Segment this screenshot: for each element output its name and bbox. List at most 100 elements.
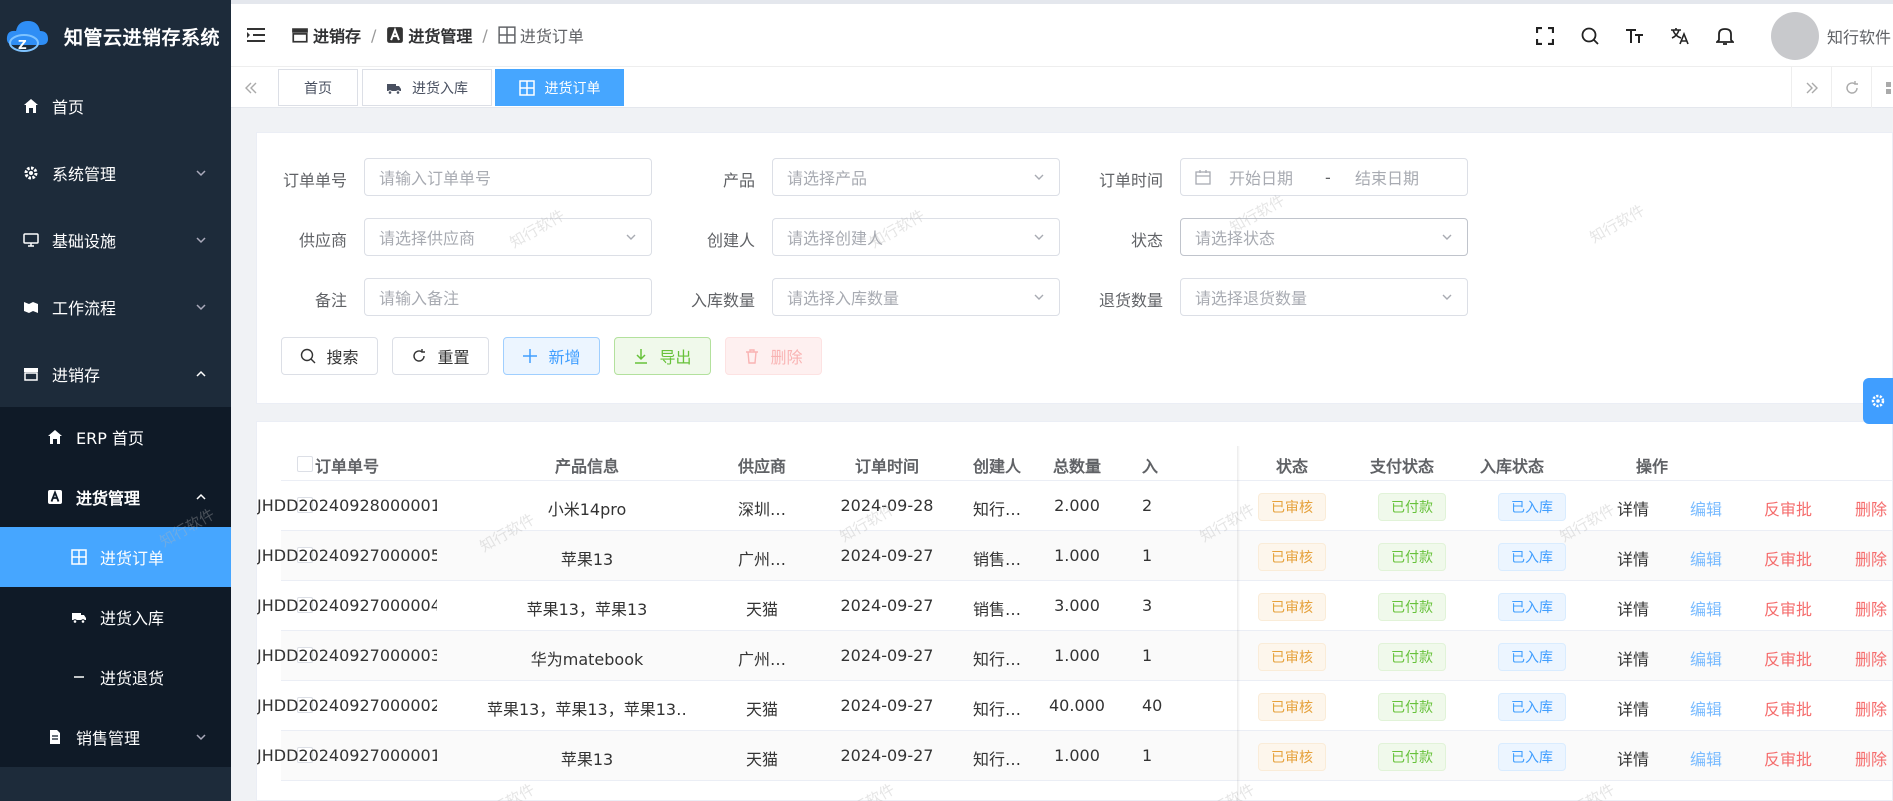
cell-in: 40 bbox=[1142, 696, 1163, 715]
edit-link[interactable]: 编辑 bbox=[1690, 546, 1722, 570]
table-row[interactable]: JHDD20240927000004 苹果13，苹果13 天猫 2024-09-27 销… bbox=[257, 580, 1892, 630]
tab-purchase-order[interactable]: 进货订单 bbox=[495, 69, 624, 106]
reverse-approve-link[interactable]: 反审批 bbox=[1764, 696, 1812, 720]
sidebar-item-purchase-order[interactable]: 进货订单 bbox=[0, 527, 231, 587]
delete-button[interactable]: 删除 bbox=[725, 337, 822, 375]
in-qty-select[interactable]: 请选择入库数量 bbox=[772, 278, 1060, 316]
table-row[interactable]: JHDD20240928000001 小米14pro 深圳… 2024-09-28 知行… bbox=[257, 480, 1892, 530]
edit-link[interactable]: 编辑 bbox=[1690, 496, 1722, 520]
end-date-placeholder[interactable]: 结束日期 bbox=[1355, 165, 1419, 189]
font-size-icon[interactable] bbox=[1624, 25, 1646, 47]
breadcrumb-label: 进货订单 bbox=[519, 27, 584, 46]
detail-link[interactable]: 详情 bbox=[1617, 696, 1649, 720]
detail-link[interactable]: 详情 bbox=[1617, 646, 1649, 670]
delete-link[interactable]: 删除 bbox=[1855, 496, 1887, 520]
delete-link[interactable]: 删除 bbox=[1855, 596, 1887, 620]
detail-link[interactable]: 详情 bbox=[1617, 546, 1649, 570]
sidebar-item-label: 进货订单 bbox=[100, 549, 165, 568]
add-button[interactable]: 新增 bbox=[503, 337, 600, 375]
delete-button-label: 删除 bbox=[770, 348, 803, 367]
order-time-label: 订单时间 bbox=[1098, 171, 1163, 190]
stock-tag: 已入库 bbox=[1498, 693, 1566, 721]
sidebar-item-purchase-in[interactable]: 进货入库 bbox=[0, 587, 231, 647]
product-label: 产品 bbox=[722, 171, 755, 190]
detail-link[interactable]: 详情 bbox=[1617, 496, 1649, 520]
supplier-select[interactable]: 请选择供应商 bbox=[364, 218, 652, 256]
product-select[interactable]: 请选择产品 bbox=[772, 158, 1060, 196]
hamburger-icon[interactable] bbox=[245, 25, 273, 45]
breadcrumb-separator: / bbox=[482, 25, 488, 45]
breadcrumb-item[interactable]: 进货管理 bbox=[386, 23, 472, 47]
creator-select[interactable]: 请选择创建人 bbox=[772, 218, 1060, 256]
reverse-approve-link[interactable]: 反审批 bbox=[1764, 646, 1812, 670]
edit-link[interactable]: 编辑 bbox=[1690, 596, 1722, 620]
reverse-approve-link[interactable]: 反审批 bbox=[1764, 546, 1812, 570]
sidebar-item-system[interactable]: 系统管理 bbox=[0, 139, 231, 206]
cell-no: JHDD20240927000005 bbox=[257, 546, 437, 565]
remark-input[interactable]: 请输入备注 bbox=[364, 278, 652, 316]
refresh-icon[interactable] bbox=[1831, 67, 1871, 108]
edit-link[interactable]: 编辑 bbox=[1690, 746, 1722, 770]
delete-link[interactable]: 删除 bbox=[1855, 746, 1887, 770]
fullscreen-icon[interactable] bbox=[1534, 25, 1556, 47]
header-actions: 知行软件 bbox=[1534, 4, 1893, 67]
order-no-input[interactable]: 请输入订单单号 bbox=[364, 158, 652, 196]
sidebar-item-purchase-return[interactable]: 进货退货 bbox=[0, 647, 231, 707]
sidebar-item-purchase[interactable]: 进货管理 bbox=[0, 467, 231, 527]
order-time-range[interactable]: 开始日期 - 结束日期 bbox=[1180, 158, 1468, 196]
column-header: 支付状态 bbox=[1369, 457, 1434, 476]
cell-total: 2.000 bbox=[1054, 496, 1100, 515]
submenu-erp: ERP 首页 进货管理 进货订单 进货入库 进货退货 销售管理 bbox=[0, 407, 231, 767]
store-icon bbox=[291, 26, 309, 44]
sidebar-item-workflow[interactable]: 工作流程 bbox=[0, 273, 231, 340]
edit-link[interactable]: 编辑 bbox=[1690, 696, 1722, 720]
column-header: 状态 bbox=[1275, 457, 1308, 476]
sidebar-item-home[interactable]: 首页 bbox=[0, 72, 231, 139]
detail-link[interactable]: 详情 bbox=[1617, 746, 1649, 770]
table-row[interactable]: JHDD20240927000005 苹果13 广州… 2024-09-27 销售… 1.… bbox=[257, 530, 1892, 580]
table-row[interactable]: JHDD20240927000002 苹果13，苹果13，苹果13… 天猫 2024-… bbox=[257, 680, 1892, 730]
cell-product: 苹果13 bbox=[560, 550, 614, 569]
bell-icon[interactable] bbox=[1714, 25, 1736, 47]
sidebar-item-sales[interactable]: 销售管理 bbox=[0, 707, 231, 767]
translate-icon[interactable] bbox=[1669, 25, 1691, 47]
reverse-approve-link[interactable]: 反审批 bbox=[1764, 746, 1812, 770]
sidebar-item-erp-home[interactable]: ERP 首页 bbox=[0, 407, 231, 467]
minus-icon bbox=[70, 668, 88, 686]
username[interactable]: 知行软件 bbox=[1827, 24, 1893, 48]
breadcrumb-separator: / bbox=[371, 25, 377, 45]
tabs-menu-icon[interactable] bbox=[1871, 67, 1893, 108]
reverse-approve-link[interactable]: 反审批 bbox=[1764, 596, 1812, 620]
sidebar-item-label: ERP 首页 bbox=[76, 429, 144, 448]
settings-button[interactable] bbox=[1863, 378, 1893, 424]
reverse-approve-link[interactable]: 反审批 bbox=[1764, 496, 1812, 520]
tabs-scroll-left-icon[interactable] bbox=[231, 67, 271, 108]
edit-link[interactable]: 编辑 bbox=[1690, 646, 1722, 670]
sidebar-item-infra[interactable]: 基础设施 bbox=[0, 206, 231, 273]
delete-link[interactable]: 删除 bbox=[1855, 546, 1887, 570]
detail-link[interactable]: 详情 bbox=[1617, 596, 1649, 620]
chevron-up-icon bbox=[195, 368, 207, 380]
export-button[interactable]: 导出 bbox=[614, 337, 711, 375]
sidebar-item-erp[interactable]: 进销存 bbox=[0, 340, 231, 407]
status-select[interactable]: 请选择状态 bbox=[1180, 218, 1468, 256]
table-row-divider bbox=[281, 780, 1892, 781]
breadcrumb-item[interactable]: 进销存 bbox=[291, 23, 361, 47]
trash-icon bbox=[744, 348, 760, 364]
delete-link[interactable]: 删除 bbox=[1855, 646, 1887, 670]
avatar[interactable] bbox=[1771, 11, 1819, 60]
tab-purchase-in[interactable]: 进货入库 bbox=[362, 69, 492, 106]
start-date-placeholder[interactable]: 开始日期 bbox=[1229, 165, 1325, 189]
table-row[interactable]: JHDD20240927000003 华为matebook 广州… 2024-09-2… bbox=[257, 630, 1892, 680]
watermark: 知行软件 bbox=[1556, 778, 1618, 801]
reset-button[interactable]: 重置 bbox=[392, 337, 489, 375]
cell-total: 40.000 bbox=[1049, 696, 1105, 715]
stock-tag: 已入库 bbox=[1498, 493, 1566, 521]
search-button[interactable]: 搜索 bbox=[281, 337, 378, 375]
tab-home[interactable]: 首页 bbox=[278, 69, 358, 106]
table-row[interactable]: JHDD20240927000001 苹果13 天猫 2024-09-27 知行… 1.0… bbox=[257, 730, 1892, 780]
delete-link[interactable]: 删除 bbox=[1855, 696, 1887, 720]
search-icon[interactable] bbox=[1579, 25, 1601, 47]
return-qty-select[interactable]: 请选择退货数量 bbox=[1180, 278, 1468, 316]
tabs-scroll-right-icon[interactable] bbox=[1791, 67, 1831, 108]
